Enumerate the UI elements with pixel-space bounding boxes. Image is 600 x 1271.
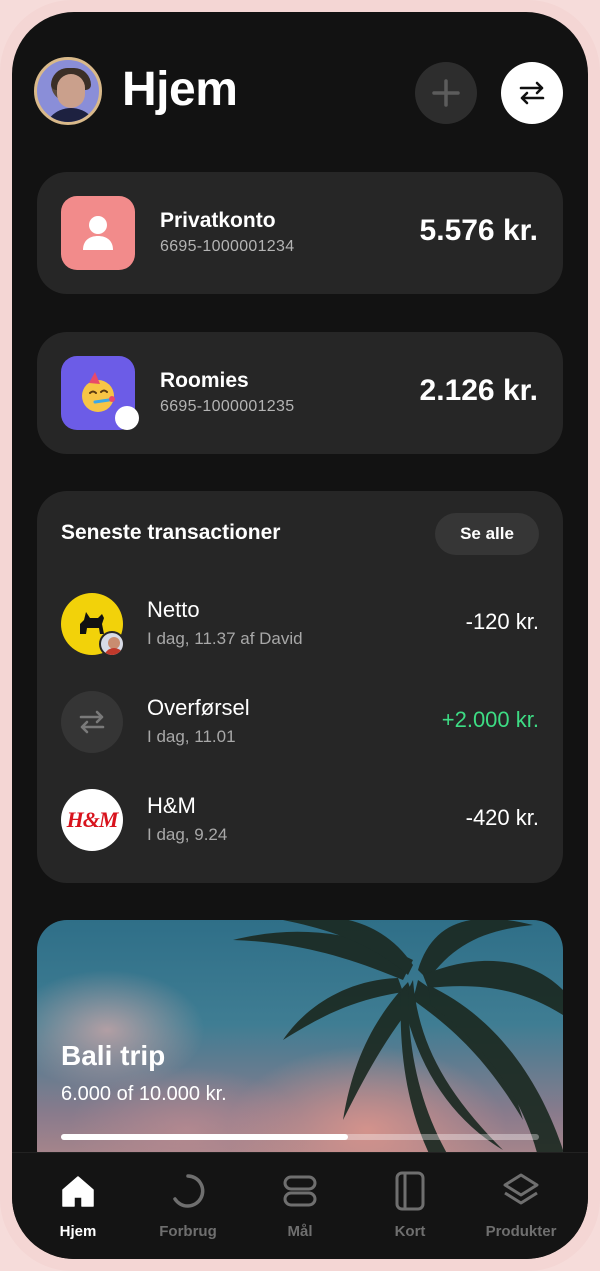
transfer-button[interactable] [501, 62, 563, 124]
tab-label: Produkter [485, 1223, 557, 1240]
layers-icon [503, 1173, 539, 1205]
tab-produkter[interactable]: Produkter [466, 1171, 576, 1251]
palm-tree-image [233, 920, 563, 1180]
account-name: Privatkonto [160, 209, 276, 232]
transfer-arrows-icon [79, 710, 105, 734]
transaction-meta: I dag, 11.37 af David [147, 629, 303, 648]
transaction-row[interactable]: H&M H&M I dag, 9.24 -420 kr. [37, 781, 563, 861]
see-all-button[interactable]: Se alle [435, 513, 539, 555]
goal-card-bali-trip[interactable]: Bali trip 6.000 of 10.000 kr. [37, 920, 563, 1180]
section-title: Seneste transactioner [61, 521, 281, 544]
hm-logo: H&M [61, 789, 123, 851]
person-icon [83, 216, 113, 250]
goals-icon [283, 1175, 317, 1207]
account-number: 6695-1000001235 [160, 398, 295, 415]
transaction-name: Overførsel [147, 695, 250, 720]
account-balance: 2.126 kr. [419, 374, 538, 407]
spending-ring-icon [173, 1174, 205, 1208]
tab-kort[interactable]: Kort [355, 1171, 465, 1251]
transfer-icon-badge [61, 691, 123, 753]
avatar[interactable] [34, 57, 102, 125]
card-icon [395, 1171, 425, 1211]
goal-progress-text: 6.000 of 10.000 kr. [61, 1083, 227, 1105]
add-button[interactable] [415, 62, 477, 124]
transaction-amount: -120 kr. [465, 609, 539, 634]
transaction-row[interactable]: Netto I dag, 11.37 af David -120 kr. [37, 585, 563, 665]
goal-progress-fill [61, 1134, 348, 1140]
transaction-row[interactable]: Overførsel I dag, 11.01 +2.000 kr. [37, 683, 563, 763]
tab-label: Mål [287, 1223, 313, 1240]
netto-logo [61, 593, 125, 657]
goal-progress-bar [61, 1134, 539, 1140]
goal-title: Bali trip [61, 1040, 166, 1071]
bottom-tab-bar: Hjem Forbrug Mål Kort Produkter [12, 1152, 588, 1259]
tab-label: Hjem [59, 1223, 97, 1240]
transaction-meta: I dag, 11.01 [147, 727, 236, 746]
transfer-arrows-icon [519, 81, 545, 105]
app-screen: Hjem Privatkonto 6695-1000001234 5.576 k… [12, 12, 588, 1259]
plus-icon [432, 79, 460, 107]
transaction-amount: +2.000 kr. [441, 707, 539, 732]
payer-avatar [99, 631, 125, 657]
transaction-name: Netto [147, 597, 200, 622]
home-icon [62, 1176, 94, 1207]
account-balance: 5.576 kr. [419, 214, 538, 247]
account-card-privatkonto[interactable]: Privatkonto 6695-1000001234 5.576 kr. [37, 172, 563, 294]
tab-forbrug[interactable]: Forbrug [133, 1171, 243, 1251]
account-avatar [61, 196, 135, 270]
tab-maal[interactable]: Mål [245, 1171, 355, 1251]
transaction-meta: I dag, 9.24 [147, 825, 228, 844]
account-card-roomies[interactable]: Roomies 6695-1000001235 2.126 kr. [37, 332, 563, 454]
status-dot [115, 406, 139, 430]
tab-label: Forbrug [159, 1223, 217, 1240]
phone-frame: Hjem Privatkonto 6695-1000001234 5.576 k… [0, 0, 600, 1271]
party-face-emoji [82, 372, 115, 412]
account-number: 6695-1000001234 [160, 238, 295, 255]
transaction-amount: -420 kr. [465, 805, 539, 830]
tab-label: Kort [394, 1223, 426, 1240]
recent-transactions-card: Seneste transactioner Se alle Netto I da… [37, 491, 563, 883]
tab-hjem[interactable]: Hjem [23, 1171, 133, 1251]
transaction-name: H&M [147, 793, 196, 818]
account-name: Roomies [160, 369, 249, 392]
page-title: Hjem [122, 63, 238, 116]
